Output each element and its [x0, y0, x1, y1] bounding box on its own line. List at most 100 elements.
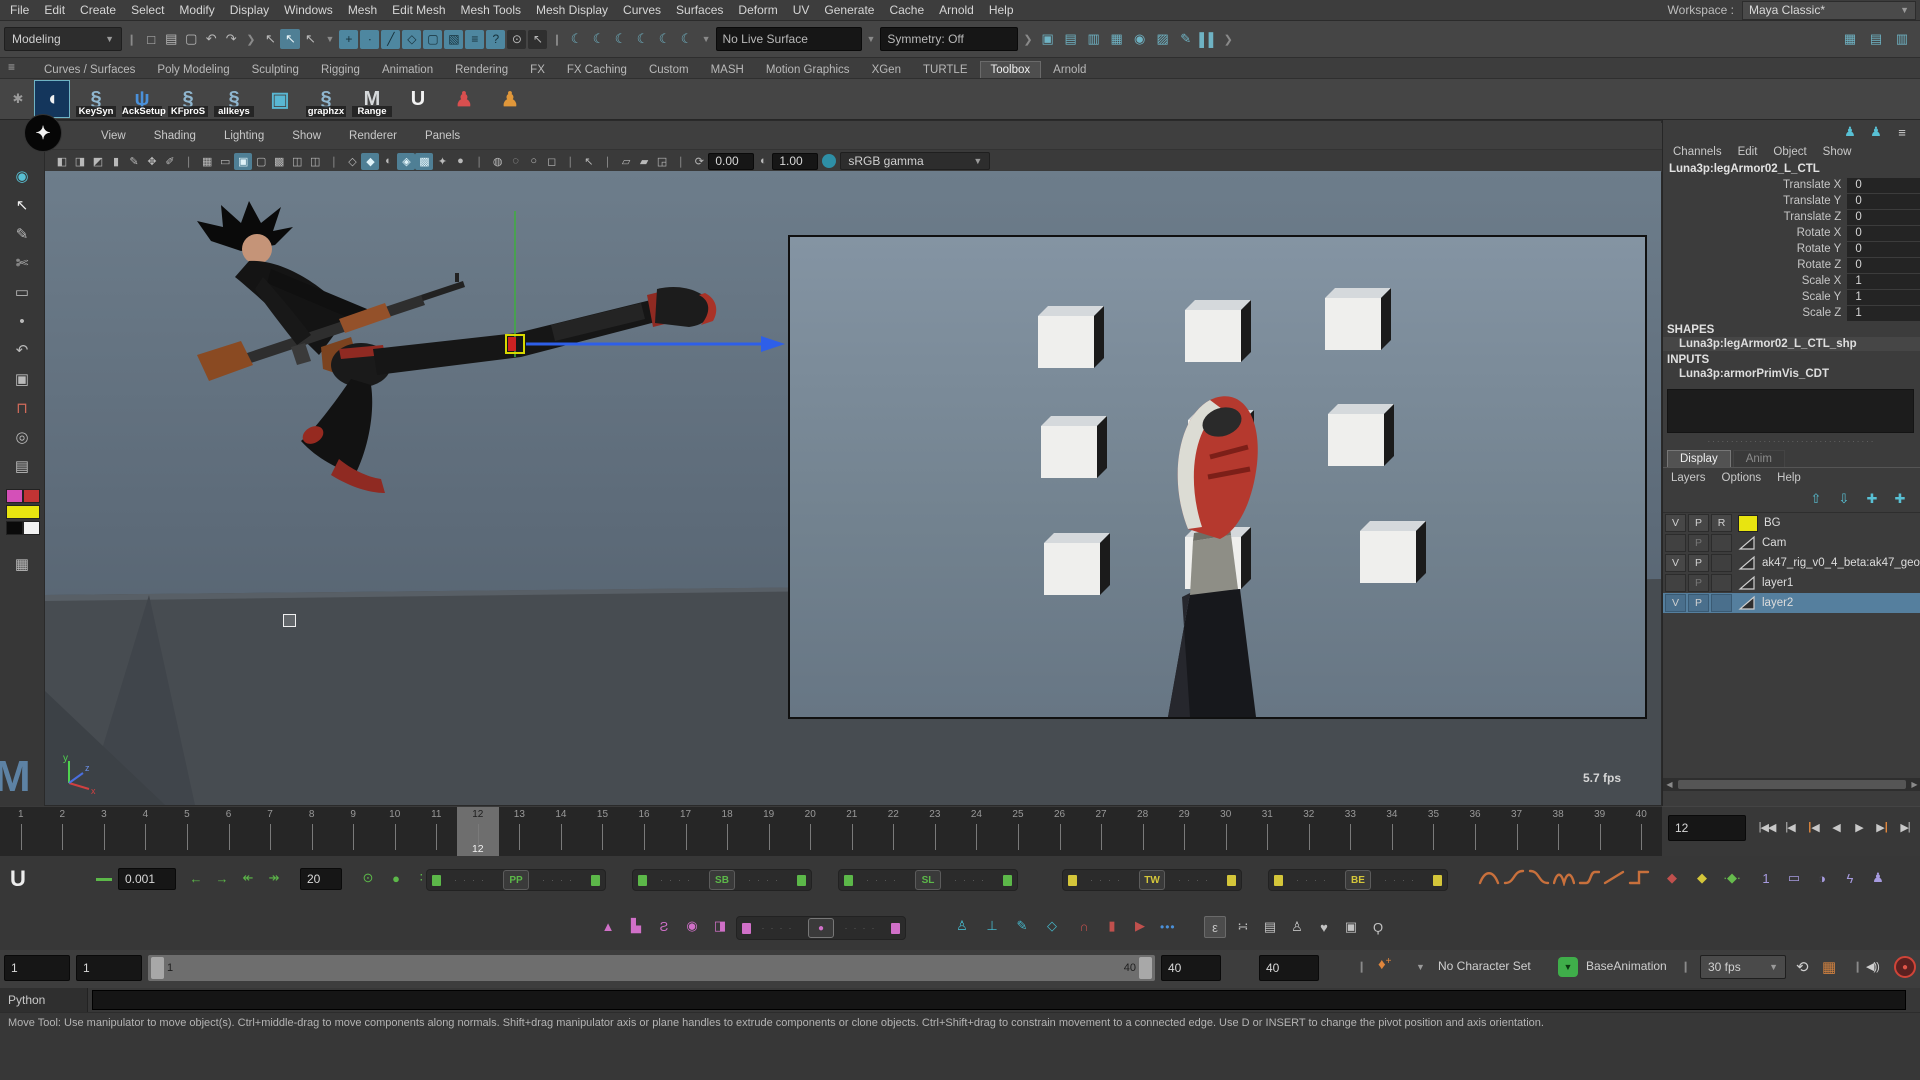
slider-end-left[interactable] — [1068, 875, 1077, 886]
swatch-red[interactable] — [23, 489, 40, 503]
ease-s-icon[interactable] — [1503, 868, 1525, 886]
mask-points-icon[interactable]: ∙ — [360, 30, 379, 49]
timeline-frame-40[interactable]: 40 — [1620, 807, 1662, 857]
select-set-icon[interactable]: ε — [1204, 916, 1226, 938]
flag-icon[interactable]: ▶ — [1130, 916, 1150, 936]
new-scene-icon[interactable]: □ — [141, 29, 161, 49]
chevron-down-icon[interactable]: ▼ — [867, 34, 876, 44]
panel-menu-shading[interactable]: Shading — [154, 130, 196, 142]
slider-handle[interactable]: BE — [1345, 870, 1371, 890]
eye-tool-icon[interactable]: ◉ — [12, 166, 32, 186]
render-current-frame-icon[interactable]: ▤ — [1061, 29, 1081, 49]
menu-deform[interactable]: Deform — [738, 3, 777, 17]
menu-select[interactable]: Select — [131, 3, 164, 17]
swatch-yellow[interactable] — [6, 505, 40, 519]
timeline-frame-21[interactable]: 21 — [831, 807, 873, 857]
panel-menu-show[interactable]: Show — [292, 130, 321, 142]
shelf-item-animbot[interactable]: U — [398, 81, 438, 117]
channel-value-field[interactable]: 0 — [1847, 178, 1920, 193]
shelf-tab-mash[interactable]: MASH — [701, 62, 754, 78]
layer-r-toggle[interactable] — [1711, 574, 1732, 592]
cube-6[interactable] — [1328, 404, 1394, 466]
rocket-icon[interactable]: ▲ — [598, 916, 618, 936]
shelf-tab-poly-modeling[interactable]: Poly Modeling — [147, 62, 239, 78]
scroll-left-icon[interactable]: ◀ — [1663, 780, 1676, 789]
timeline-frame-30[interactable]: 30 — [1205, 807, 1247, 857]
ease-plateau-icon[interactable] — [1578, 868, 1600, 886]
menu-help[interactable]: Help — [989, 3, 1014, 17]
channel-value-field[interactable]: 1 — [1847, 290, 1920, 305]
motionblur-icon[interactable]: ◌ — [507, 153, 525, 170]
wire-on-shaded-icon[interactable]: ◈ — [397, 153, 415, 170]
timeline-frame-9[interactable]: 9 — [332, 807, 374, 857]
stairs-icon[interactable]: ▙ — [626, 916, 646, 936]
slider-handle[interactable]: TW — [1139, 870, 1165, 890]
more-dots-icon[interactable]: ••• — [1160, 920, 1176, 934]
menu-modify[interactable]: Modify — [179, 3, 214, 17]
character-set-dropdown[interactable]: No Character Set — [1438, 959, 1531, 973]
search-icon[interactable]: Ϙ — [1368, 917, 1388, 937]
layer-v-toggle[interactable] — [1665, 574, 1686, 592]
shelf-tab-custom[interactable]: Custom — [639, 62, 699, 78]
exposure-field[interactable]: 0.00 — [708, 153, 754, 170]
slider-end-right[interactable] — [891, 923, 900, 934]
xray-icon[interactable]: ▱ — [617, 153, 635, 170]
delete-key-icon[interactable]: ◆ — [1662, 868, 1682, 888]
layer-name[interactable]: layer1 — [1762, 577, 1793, 589]
play-forwards-button[interactable]: ▶ — [1848, 815, 1870, 839]
channel-box-menu-object[interactable]: Object — [1773, 146, 1806, 158]
playblast-icon[interactable]: ▦ — [1822, 958, 1836, 976]
cube-9[interactable] — [1360, 521, 1426, 583]
layer-p-toggle[interactable]: P — [1688, 594, 1709, 612]
pen-icon[interactable]: ✎ — [1012, 916, 1032, 936]
channel-value-field[interactable]: 0 — [1847, 242, 1920, 257]
layout-four-pane-icon[interactable]: ▤ — [1866, 29, 1886, 49]
mask-handles-icon[interactable]: + — [339, 30, 358, 49]
2d-pan-zoom-icon[interactable]: ✥ — [143, 153, 161, 170]
safe-action-icon[interactable]: ◫ — [288, 153, 306, 170]
slider-end-right[interactable] — [1227, 875, 1236, 886]
slider-handle[interactable]: SL — [915, 870, 941, 890]
isolate-select-icon[interactable]: ↖ — [580, 153, 598, 170]
knife-tool-icon[interactable]: ✄ — [12, 253, 32, 273]
swatch-black[interactable] — [6, 521, 23, 535]
timeline-frame-38[interactable]: 38 — [1537, 807, 1579, 857]
viewport-3d[interactable]: y x z 5.7 fps — [45, 171, 1661, 805]
shape-item[interactable]: Luna3p:legArmor02_L_CTL_shp — [1663, 337, 1920, 351]
resolution-gate-icon[interactable]: ▣ — [234, 153, 252, 170]
set-key-icon[interactable]: ◆ — [1692, 868, 1712, 888]
snap-view-plane-icon[interactable]: ☾ — [655, 29, 675, 49]
play-backwards-button[interactable]: ◀ — [1825, 815, 1847, 839]
sound-icon[interactable]: ◀)) — [1866, 960, 1879, 973]
shelf-tab-arnold[interactable]: Arnold — [1043, 62, 1096, 78]
bookmark-red-icon[interactable]: ▮ — [1102, 916, 1122, 936]
timeline-frame-23[interactable]: 23 — [914, 807, 956, 857]
menu-edit-mesh[interactable]: Edit Mesh — [392, 3, 445, 17]
open-scene-icon[interactable]: ▤ — [161, 29, 181, 49]
step-back-key-button[interactable]: |◀ — [1802, 815, 1824, 839]
overlay-logo-icon[interactable]: ✦ — [24, 114, 62, 152]
menu-mesh-tools[interactable]: Mesh Tools — [461, 3, 521, 17]
layout-single-pane-icon[interactable]: ▦ — [1840, 29, 1860, 49]
arc-tracker-icon[interactable]: ∩ — [1074, 916, 1094, 936]
layer-p-toggle[interactable]: P — [1688, 514, 1709, 532]
ease-double-bump-icon[interactable] — [1553, 868, 1575, 886]
step-forward-key-button[interactable]: ▶| — [1871, 815, 1893, 839]
eraser-tool-icon[interactable]: ▭ — [12, 282, 32, 302]
anim-layer-badge-icon[interactable]: ▼ — [1558, 957, 1578, 977]
timeline-frame-32[interactable]: 32 — [1288, 807, 1330, 857]
snap-grid-icon[interactable]: ☾ — [567, 29, 587, 49]
timeline-frame-29[interactable]: 29 — [1163, 807, 1205, 857]
timeline-frame-10[interactable]: 10 — [374, 807, 416, 857]
current-frame-field[interactable]: 12 — [1668, 815, 1746, 841]
timeline-frame-28[interactable]: 28 — [1122, 807, 1164, 857]
step-back-frame-button[interactable]: |◀ — [1779, 815, 1801, 839]
layer-row-layer1[interactable]: Player1 — [1663, 573, 1920, 593]
mirror-pose-icon[interactable]: ◑ — [1812, 868, 1832, 888]
mascot-icon[interactable]: ● — [386, 868, 406, 888]
layout-outliner-icon[interactable]: ▥ — [1892, 29, 1912, 49]
timeline-frame-13[interactable]: 13 — [499, 807, 541, 857]
timeline-frame-35[interactable]: 35 — [1413, 807, 1455, 857]
exposure-icon[interactable]: ⟳ — [690, 153, 708, 170]
playback-loop-icon[interactable]: ⟲ — [1796, 958, 1809, 976]
